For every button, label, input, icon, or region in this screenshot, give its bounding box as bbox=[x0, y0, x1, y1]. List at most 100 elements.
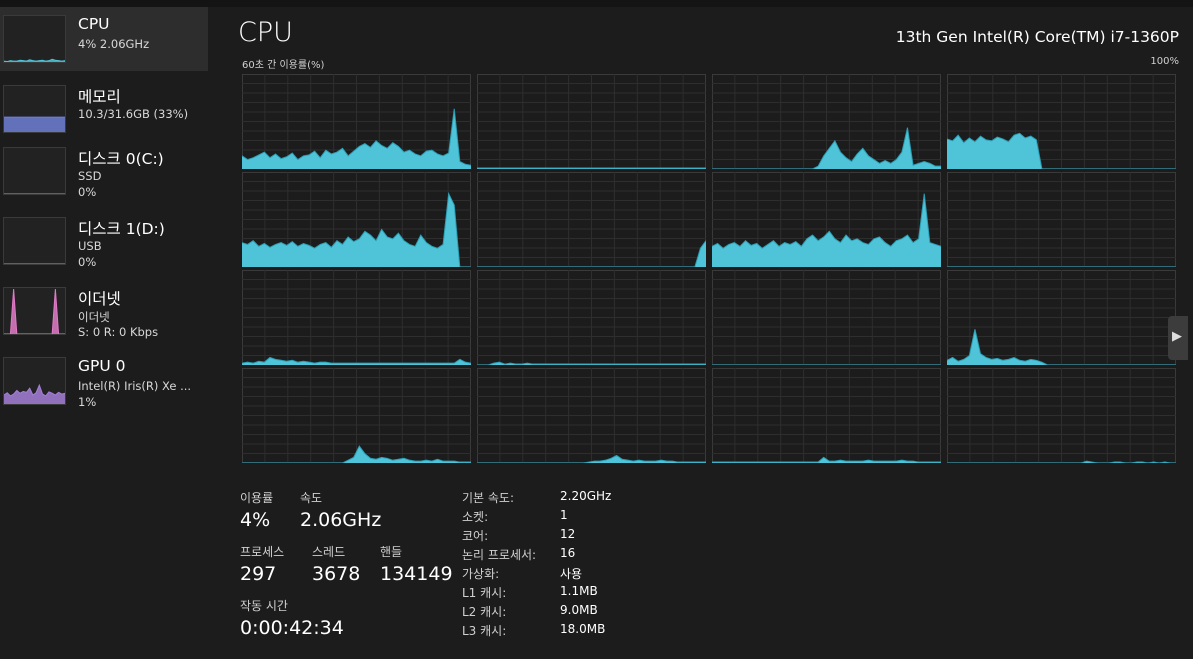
core-graph-svg bbox=[947, 74, 1176, 169]
spec-key: 논리 프로세서: bbox=[462, 548, 537, 562]
utilization-label: 이용률 bbox=[240, 491, 274, 505]
core-graph-6 bbox=[712, 172, 941, 267]
spec-key: 코어: bbox=[462, 529, 489, 543]
threads-label: 스레드 bbox=[312, 545, 346, 559]
core-graph-8 bbox=[242, 270, 471, 365]
threads-value: 3678 bbox=[312, 563, 361, 585]
handles-label: 핸들 bbox=[380, 545, 403, 559]
sidebar-item-title: 메모리 bbox=[78, 88, 121, 106]
uptime-label: 작동 시간 bbox=[240, 599, 288, 613]
uptime-value: 0:00:42:34 bbox=[240, 617, 344, 639]
page-title: CPU bbox=[238, 17, 293, 48]
core-graph-14 bbox=[712, 368, 941, 463]
handles-value: 134149 bbox=[380, 563, 453, 585]
spec-value: 18.0MB bbox=[560, 622, 606, 636]
resource-sidebar: CPU 4% 2.06GHz 메모리 10.3/31.6GB (33%) 디스크… bbox=[0, 7, 210, 659]
logical-processor-graphs bbox=[242, 74, 1177, 463]
cpu-model-name: 13th Gen Intel(R) Core(TM) i7-1360P bbox=[895, 28, 1179, 46]
sidebar-item-usage: 0% bbox=[78, 255, 97, 269]
sidebar-item-memory[interactable]: 메모리 10.3/31.6GB (33%) bbox=[0, 77, 208, 141]
sidebar-item-detail: 10.3/31.6GB (33%) bbox=[78, 107, 189, 121]
core-graph-15 bbox=[947, 368, 1176, 463]
thumbnail-area bbox=[4, 117, 65, 132]
disk-0-thumbnail bbox=[3, 147, 66, 195]
core-graph-svg bbox=[712, 270, 941, 365]
core-graph-0 bbox=[242, 74, 471, 169]
core-graph-svg bbox=[947, 368, 1176, 463]
spec-value: 16 bbox=[560, 546, 576, 560]
memory-thumbnail bbox=[3, 85, 66, 133]
core-graph-5 bbox=[477, 172, 706, 267]
sidebar-item-usage: 1% bbox=[78, 395, 97, 409]
core-graph-13 bbox=[477, 368, 706, 463]
utilization-value: 4% bbox=[240, 509, 271, 531]
core-graph-svg bbox=[242, 172, 471, 267]
core-graph-1 bbox=[477, 74, 706, 169]
thumbnail-line bbox=[4, 383, 65, 397]
sidebar-item-usage: 0% bbox=[78, 185, 97, 199]
sidebar-item-gpu-0[interactable]: GPU 0 Intel(R) Iris(R) Xe ... 1% bbox=[0, 349, 208, 413]
processes-value: 297 bbox=[240, 563, 277, 585]
core-graph-2 bbox=[712, 74, 941, 169]
speed-label: 속도 bbox=[300, 491, 323, 505]
speed-value: 2.06GHz bbox=[300, 509, 382, 531]
play-right-icon: ▶ bbox=[1172, 329, 1182, 344]
spec-value: 사용 bbox=[560, 567, 583, 581]
sidebar-item-disk-0[interactable]: 디스크 0(C:) SSD 0% bbox=[0, 139, 208, 203]
core-graph-9 bbox=[477, 270, 706, 365]
spec-value: 1 bbox=[560, 508, 568, 522]
core-graph-svg bbox=[242, 74, 471, 169]
spec-key: L1 캐시: bbox=[462, 586, 507, 600]
spec-value: 2.20GHz bbox=[560, 489, 612, 503]
disk-1-thumbnail bbox=[3, 217, 66, 265]
sidebar-item-title: 디스크 0(C:) bbox=[78, 150, 164, 168]
core-graph-svg bbox=[712, 368, 941, 463]
graph-caption: 60초 간 이용률(%) bbox=[242, 60, 325, 71]
spec-value: 12 bbox=[560, 527, 576, 541]
gpu-thumbnail bbox=[3, 357, 66, 405]
sidebar-item-detail: SSD bbox=[78, 169, 102, 183]
performance-panel: CPU 13th Gen Intel(R) Core(TM) i7-1360P … bbox=[210, 7, 1193, 659]
scroll-right-button[interactable]: ▶ bbox=[1168, 316, 1188, 360]
core-graph-12 bbox=[242, 368, 471, 463]
core-graph-svg bbox=[477, 368, 706, 463]
core-graph-svg bbox=[477, 172, 706, 267]
core-graph-svg bbox=[947, 172, 1176, 267]
sidebar-item-title: CPU bbox=[78, 15, 110, 33]
core-graph-svg bbox=[242, 270, 471, 365]
cpu-thumbnail bbox=[3, 15, 66, 63]
sidebar-item-ethernet[interactable]: 이더넷 이더넷 S: 0 R: 0 Kbps bbox=[0, 279, 208, 343]
core-graph-11 bbox=[947, 270, 1176, 365]
sidebar-item-disk-1[interactable]: 디스크 1(D:) USB 0% bbox=[0, 209, 208, 273]
spec-key: 가상화: bbox=[462, 567, 500, 581]
spec-value: 1.1MB bbox=[560, 584, 598, 598]
core-graph-10 bbox=[712, 270, 941, 365]
spec-key: L2 캐시: bbox=[462, 605, 507, 619]
core-graph-4 bbox=[242, 172, 471, 267]
sidebar-item-detail: 이더넷 bbox=[78, 310, 110, 324]
core-graph-svg bbox=[712, 172, 941, 267]
core-graph-svg bbox=[712, 74, 941, 169]
ethernet-thumbnail bbox=[3, 287, 66, 335]
spec-key: L3 캐시: bbox=[462, 624, 507, 638]
graph-max-label: 100% bbox=[1150, 56, 1179, 67]
core-graph-svg bbox=[947, 270, 1176, 365]
spec-key: 기본 속도: bbox=[462, 491, 515, 505]
spec-key: 소켓: bbox=[462, 510, 489, 524]
core-graph-svg bbox=[477, 74, 706, 169]
core-graph-svg bbox=[477, 270, 706, 365]
core-graph-svg bbox=[242, 368, 471, 463]
processes-label: 프로세스 bbox=[240, 545, 285, 559]
sidebar-item-usage: S: 0 R: 0 Kbps bbox=[78, 325, 159, 339]
sidebar-item-detail: 4% 2.06GHz bbox=[78, 37, 150, 51]
sidebar-item-title: 디스크 1(D:) bbox=[78, 220, 165, 238]
sidebar-item-detail: USB bbox=[78, 239, 102, 253]
sidebar-item-detail: Intel(R) Iris(R) Xe ... bbox=[78, 379, 192, 393]
spec-value: 9.0MB bbox=[560, 603, 598, 617]
sidebar-item-cpu[interactable]: CPU 4% 2.06GHz bbox=[0, 7, 208, 71]
core-graph-7 bbox=[947, 172, 1176, 267]
sidebar-item-title: 이더넷 bbox=[78, 290, 121, 308]
core-graph-3 bbox=[947, 74, 1176, 169]
sidebar-item-title: GPU 0 bbox=[78, 357, 126, 375]
title-bar bbox=[0, 0, 1193, 7]
